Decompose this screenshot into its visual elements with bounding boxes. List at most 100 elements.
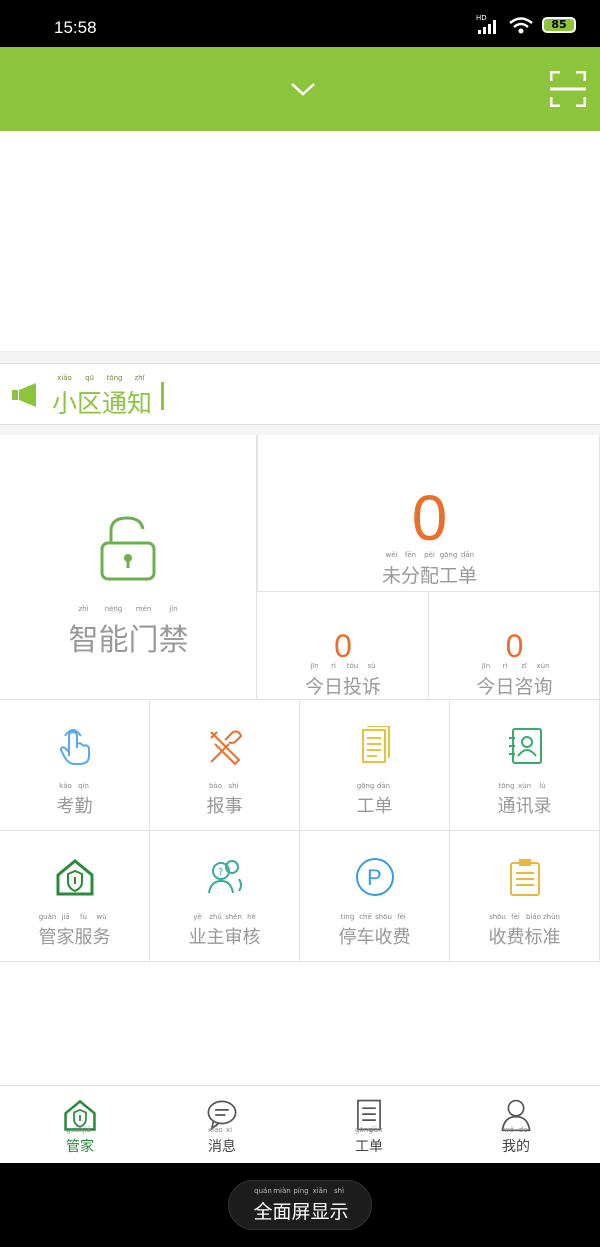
community-notice[interactable]: xiǎo 小 qū 区 tōng 通 zhī 知 — [0, 363, 600, 425]
tab-item[interactable]: guǎn 管 jiā 家 — [5, 1086, 155, 1164]
service-label: tíng 停 chē 车 shōu 收 fèi 费 — [300, 913, 449, 949]
glyph: sù 诉 — [362, 662, 381, 699]
pinyin-annotation: gōng — [355, 1126, 373, 1134]
glyph-char: 费 — [506, 927, 525, 948]
pinyin-annotation: shì — [334, 1187, 345, 1195]
tab-item[interactable]: gōng 工 dān 单 — [294, 1086, 444, 1164]
glyph-char: 管 — [66, 1139, 80, 1155]
service-tile[interactable]: tōng 通 xùn 讯 lù 录 — [450, 700, 600, 831]
glyph: yè 业 — [189, 913, 207, 949]
glyph-char: 知 — [127, 389, 153, 418]
house-shield-icon — [56, 859, 93, 896]
glyph: qū 区 — [77, 374, 102, 420]
unlock-icon — [100, 516, 156, 581]
glyph: lù 录 — [534, 782, 552, 818]
pinyin-annotation: píng — [293, 1187, 309, 1195]
pinyin-annotation: sù — [367, 662, 376, 670]
pinyin-annotation: wù — [96, 913, 107, 921]
today-consult-card[interactable]: 0 jīn 今 rì 日 zī 咨 xún 询 — [429, 592, 600, 700]
unassigned-count: 0 — [411, 482, 448, 554]
pinyin-annotation: xùn — [517, 782, 531, 790]
app-header — [0, 47, 600, 131]
glyph-char: 投 — [343, 676, 363, 698]
pinyin-annotation: fèi — [511, 913, 520, 921]
glyph: xùn 讯 — [515, 782, 534, 818]
service-label: kǎo 考 qín 勤 — [0, 782, 149, 818]
glyph: wèi 未 — [382, 551, 401, 588]
glyph: zhǔ 主 — [207, 913, 225, 949]
glyph: néng 能 — [98, 605, 129, 659]
pinyin-annotation: xiǎn — [312, 1187, 328, 1195]
pinyin-annotation: shì — [228, 782, 239, 790]
chevron-down-icon[interactable] — [290, 81, 316, 97]
glyph-char: 配 — [419, 565, 439, 587]
tab-item[interactable]: xiāo 消 xi 息 — [147, 1086, 297, 1164]
glyph: shì 示 — [330, 1187, 349, 1224]
smart-access-card[interactable]: zhì 智 néng 能 mén 门 jìn 禁 — [0, 435, 257, 700]
pinyin-annotation: miàn — [273, 1187, 291, 1195]
pinyin-annotation: xi — [225, 1126, 233, 1134]
status-time: 15:58 — [54, 18, 97, 37]
parking-icon: P — [355, 858, 394, 896]
glyph: jīn 今 — [476, 662, 496, 699]
document-icon — [361, 726, 390, 763]
service-tile[interactable]: shōu 收 fèi 费 biāo 标 zhǔn 准 — [450, 831, 600, 962]
service-tile[interactable]: bào 报 shì 事 — [150, 700, 300, 831]
glyph: dān 单 — [369, 1126, 383, 1156]
glyph-char: 核 — [242, 927, 261, 948]
glyph: wǒ 我 — [502, 1126, 516, 1156]
service-tile[interactable]: guǎn 管 jiā 家 fú 服 wù 务 — [0, 831, 150, 962]
glyph: xún 询 — [534, 662, 553, 699]
signal-icon — [478, 20, 496, 34]
glyph-char: 单 — [369, 1139, 383, 1155]
glyph: guǎn 管 — [39, 913, 57, 949]
glyph-char: 能 — [98, 623, 129, 658]
tab-label: gōng 工 dān 单 — [294, 1126, 444, 1156]
glyph-char: 今 — [476, 676, 496, 698]
pinyin-annotation: shōu — [489, 913, 506, 921]
glyph-char: 日 — [495, 676, 515, 698]
glyph-char: 讯 — [515, 796, 534, 817]
smart-access-label: zhì 智 néng 能 mén 门 jìn 禁 — [0, 605, 257, 659]
glyph-char: 通 — [497, 796, 516, 817]
glyph: dān 单 — [458, 551, 478, 588]
pinyin-annotation: jiā — [61, 913, 70, 921]
service-tile[interactable]: Ptíng 停 chē 车 shōu 收 fèi 费 — [300, 831, 450, 962]
glyph-char: 事 — [224, 796, 243, 817]
glyph: shěn 审 — [224, 913, 243, 949]
glyph: pèi 配 — [419, 551, 439, 588]
glyph-char: 单 — [458, 565, 478, 587]
glyph: jìn 禁 — [159, 605, 189, 659]
pinyin-annotation: tōng — [106, 374, 123, 382]
glyph-char: 显 — [310, 1201, 330, 1223]
glyph: shì 事 — [224, 782, 243, 818]
today-complaints-card[interactable]: 0 jīn 今 rì 日 tóu 投 sù 诉 — [257, 592, 429, 700]
glyph: quán 全 — [253, 1187, 272, 1224]
glyph: shōu 收 — [374, 913, 393, 949]
glyph: tōng 通 — [497, 782, 516, 818]
service-tile[interactable]: kǎo 考 qín 勤 — [0, 700, 150, 831]
glyph-char: 准 — [542, 927, 561, 948]
pinyin-annotation: kǎo — [59, 782, 72, 790]
glyph: fú 服 — [75, 913, 93, 949]
glyph-char: 屏 — [291, 1201, 311, 1223]
pinyin-annotation: wǒ — [503, 1126, 514, 1134]
glyph-char: 门 — [128, 623, 159, 658]
bottom-tab-bar: guǎn 管 jiā 家 xiāo 消 xi 息 gōng 工 dān 单 wǒ 我 de 的 — [0, 1085, 600, 1163]
service-tile[interactable]: ? yè 业 zhǔ 主 shěn 审 hé 核 — [150, 831, 300, 962]
pinyin-annotation: tóu — [346, 662, 359, 670]
glyph-char: 收 — [374, 927, 393, 948]
scan-icon[interactable] — [550, 71, 586, 107]
tab-label: guǎn 管 jiā 家 — [5, 1126, 155, 1156]
glyph-char: 家 — [80, 1139, 94, 1155]
glyph-char: 审 — [224, 927, 243, 948]
tab-item[interactable]: wǒ 我 de 的 — [441, 1086, 591, 1164]
service-tile[interactable]: gōng 工 dān 单 — [300, 700, 450, 831]
pinyin-annotation: yè — [193, 913, 202, 921]
pinyin-annotation: zhì — [78, 605, 89, 613]
glyph: píng 屏 — [291, 1187, 311, 1224]
unassigned-orders-card[interactable]: 0 wèi 未 fēn 分 pèi 配 gōng 工 dān 单 — [257, 435, 600, 592]
pinyin-annotation: jiā — [82, 1126, 92, 1134]
glyph: jiā 家 — [57, 913, 75, 949]
fullscreen-button[interactable]: quán 全 miàn 面 píng 屏 xiǎn 显 shì 示 — [228, 1180, 372, 1230]
